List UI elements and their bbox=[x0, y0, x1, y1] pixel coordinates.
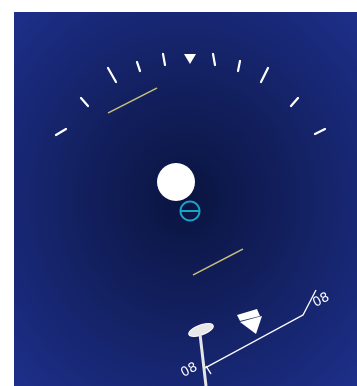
heading-bug-icon bbox=[237, 309, 262, 334]
heading-label-left: 08 bbox=[178, 360, 200, 381]
roll-tick bbox=[236, 59, 242, 73]
roll-tick bbox=[289, 96, 300, 108]
viewport-frame: 08 08 bbox=[0, 0, 357, 386]
heading-tape-tick bbox=[205, 365, 212, 375]
roll-tick bbox=[106, 66, 118, 84]
roll-pointer-icon bbox=[184, 54, 196, 64]
pitch-line-lower bbox=[192, 248, 244, 276]
roll-tick bbox=[211, 52, 217, 67]
hud-overlay: 08 08 bbox=[54, 52, 332, 386]
roll-tick bbox=[79, 96, 90, 108]
roll-scale bbox=[54, 52, 327, 137]
heading-tape-line bbox=[204, 289, 317, 369]
roll-tick bbox=[259, 66, 270, 84]
roll-tick bbox=[135, 60, 142, 73]
heading-label-right: 08 bbox=[310, 290, 332, 311]
roll-tick bbox=[54, 127, 68, 137]
flight-path-marker-icon bbox=[179, 200, 201, 222]
roll-tick bbox=[313, 127, 327, 136]
sun-icon bbox=[157, 163, 195, 201]
roll-tick bbox=[161, 52, 167, 67]
pitch-line-upper bbox=[107, 87, 158, 114]
